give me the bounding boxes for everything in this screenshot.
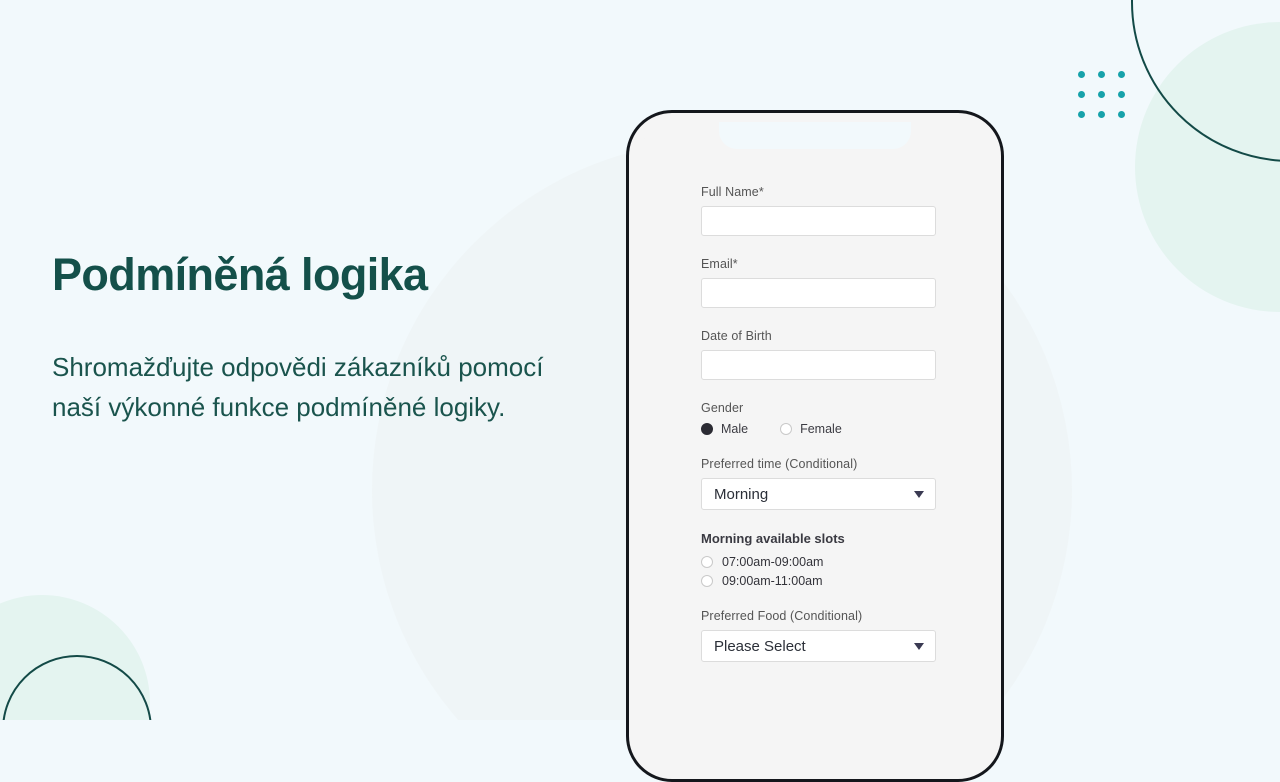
preferred-time-label: Preferred time (Conditional) (701, 457, 858, 471)
radio-unselected-icon[interactable] (701, 556, 713, 568)
radio-unselected-icon[interactable] (701, 575, 713, 587)
preferred-time-select[interactable]: Morning (701, 478, 936, 510)
field-morning-slots: Morning available slots 07:00am-09:00am … (701, 531, 936, 588)
contact-form: Full Name* Email* Date of Birth Gender M… (701, 185, 936, 683)
slot-option-0700-0900-label: 07:00am-09:00am (722, 555, 824, 569)
phone-mockup: Full Name* Email* Date of Birth Gender M… (626, 110, 1004, 782)
preferred-food-value: Please Select (714, 637, 806, 655)
preferred-time-value: Morning (714, 485, 769, 503)
mint-circle-bottom-left (0, 595, 150, 720)
slot-option-0700-0900[interactable]: 07:00am-09:00am (701, 555, 936, 569)
field-preferred-food: Preferred Food (Conditional) Please Sele… (701, 609, 936, 662)
gender-option-female-label: Female (800, 422, 842, 436)
hero-copy: Podmíněná logika Shromažďujte odpovědi z… (52, 248, 612, 428)
slot-option-0900-1100[interactable]: 09:00am-11:00am (701, 574, 936, 588)
field-gender: Gender Male Female (701, 401, 936, 436)
gender-radio-group: Male Female (701, 422, 936, 436)
field-email: Email* (701, 257, 936, 308)
radio-unselected-icon[interactable] (780, 423, 793, 435)
full-name-label: Full Name* (701, 185, 764, 199)
email-label: Email* (701, 257, 738, 271)
phone-screen: Full Name* Email* Date of Birth Gender M… (638, 122, 992, 770)
date-of-birth-input[interactable] (701, 350, 936, 380)
outline-ring-top-right (1131, 0, 1280, 162)
chevron-down-icon (914, 490, 924, 498)
dot-grid-icon (1078, 71, 1125, 118)
field-full-name: Full Name* (701, 185, 936, 236)
mint-circle-top-right (1135, 22, 1280, 312)
hero-description: Shromažďujte odpovědi zákazníků pomocí n… (52, 352, 544, 423)
field-preferred-time: Preferred time (Conditional) Morning (701, 457, 936, 510)
preferred-food-select[interactable]: Please Select (701, 630, 936, 662)
gender-option-female[interactable]: Female (780, 422, 842, 436)
morning-slots-radio-group: 07:00am-09:00am 09:00am-11:00am (701, 555, 936, 588)
chevron-down-icon (914, 642, 924, 650)
date-of-birth-label: Date of Birth (701, 329, 772, 343)
email-input[interactable] (701, 278, 936, 308)
gender-label: Gender (701, 401, 744, 415)
gender-option-male-label: Male (721, 422, 749, 436)
preferred-food-label: Preferred Food (Conditional) (701, 609, 863, 623)
slot-option-0900-1100-label: 09:00am-11:00am (722, 574, 823, 588)
field-date-of-birth: Date of Birth (701, 329, 936, 380)
page-title: Podmíněná logika (52, 249, 428, 300)
morning-slots-title: Morning available slots (701, 531, 845, 546)
gender-option-male[interactable]: Male (701, 422, 748, 436)
radio-selected-icon[interactable] (701, 423, 713, 435)
full-name-input[interactable] (701, 206, 936, 236)
phone-notch (719, 122, 911, 149)
outline-ring-bottom-left (2, 655, 152, 720)
